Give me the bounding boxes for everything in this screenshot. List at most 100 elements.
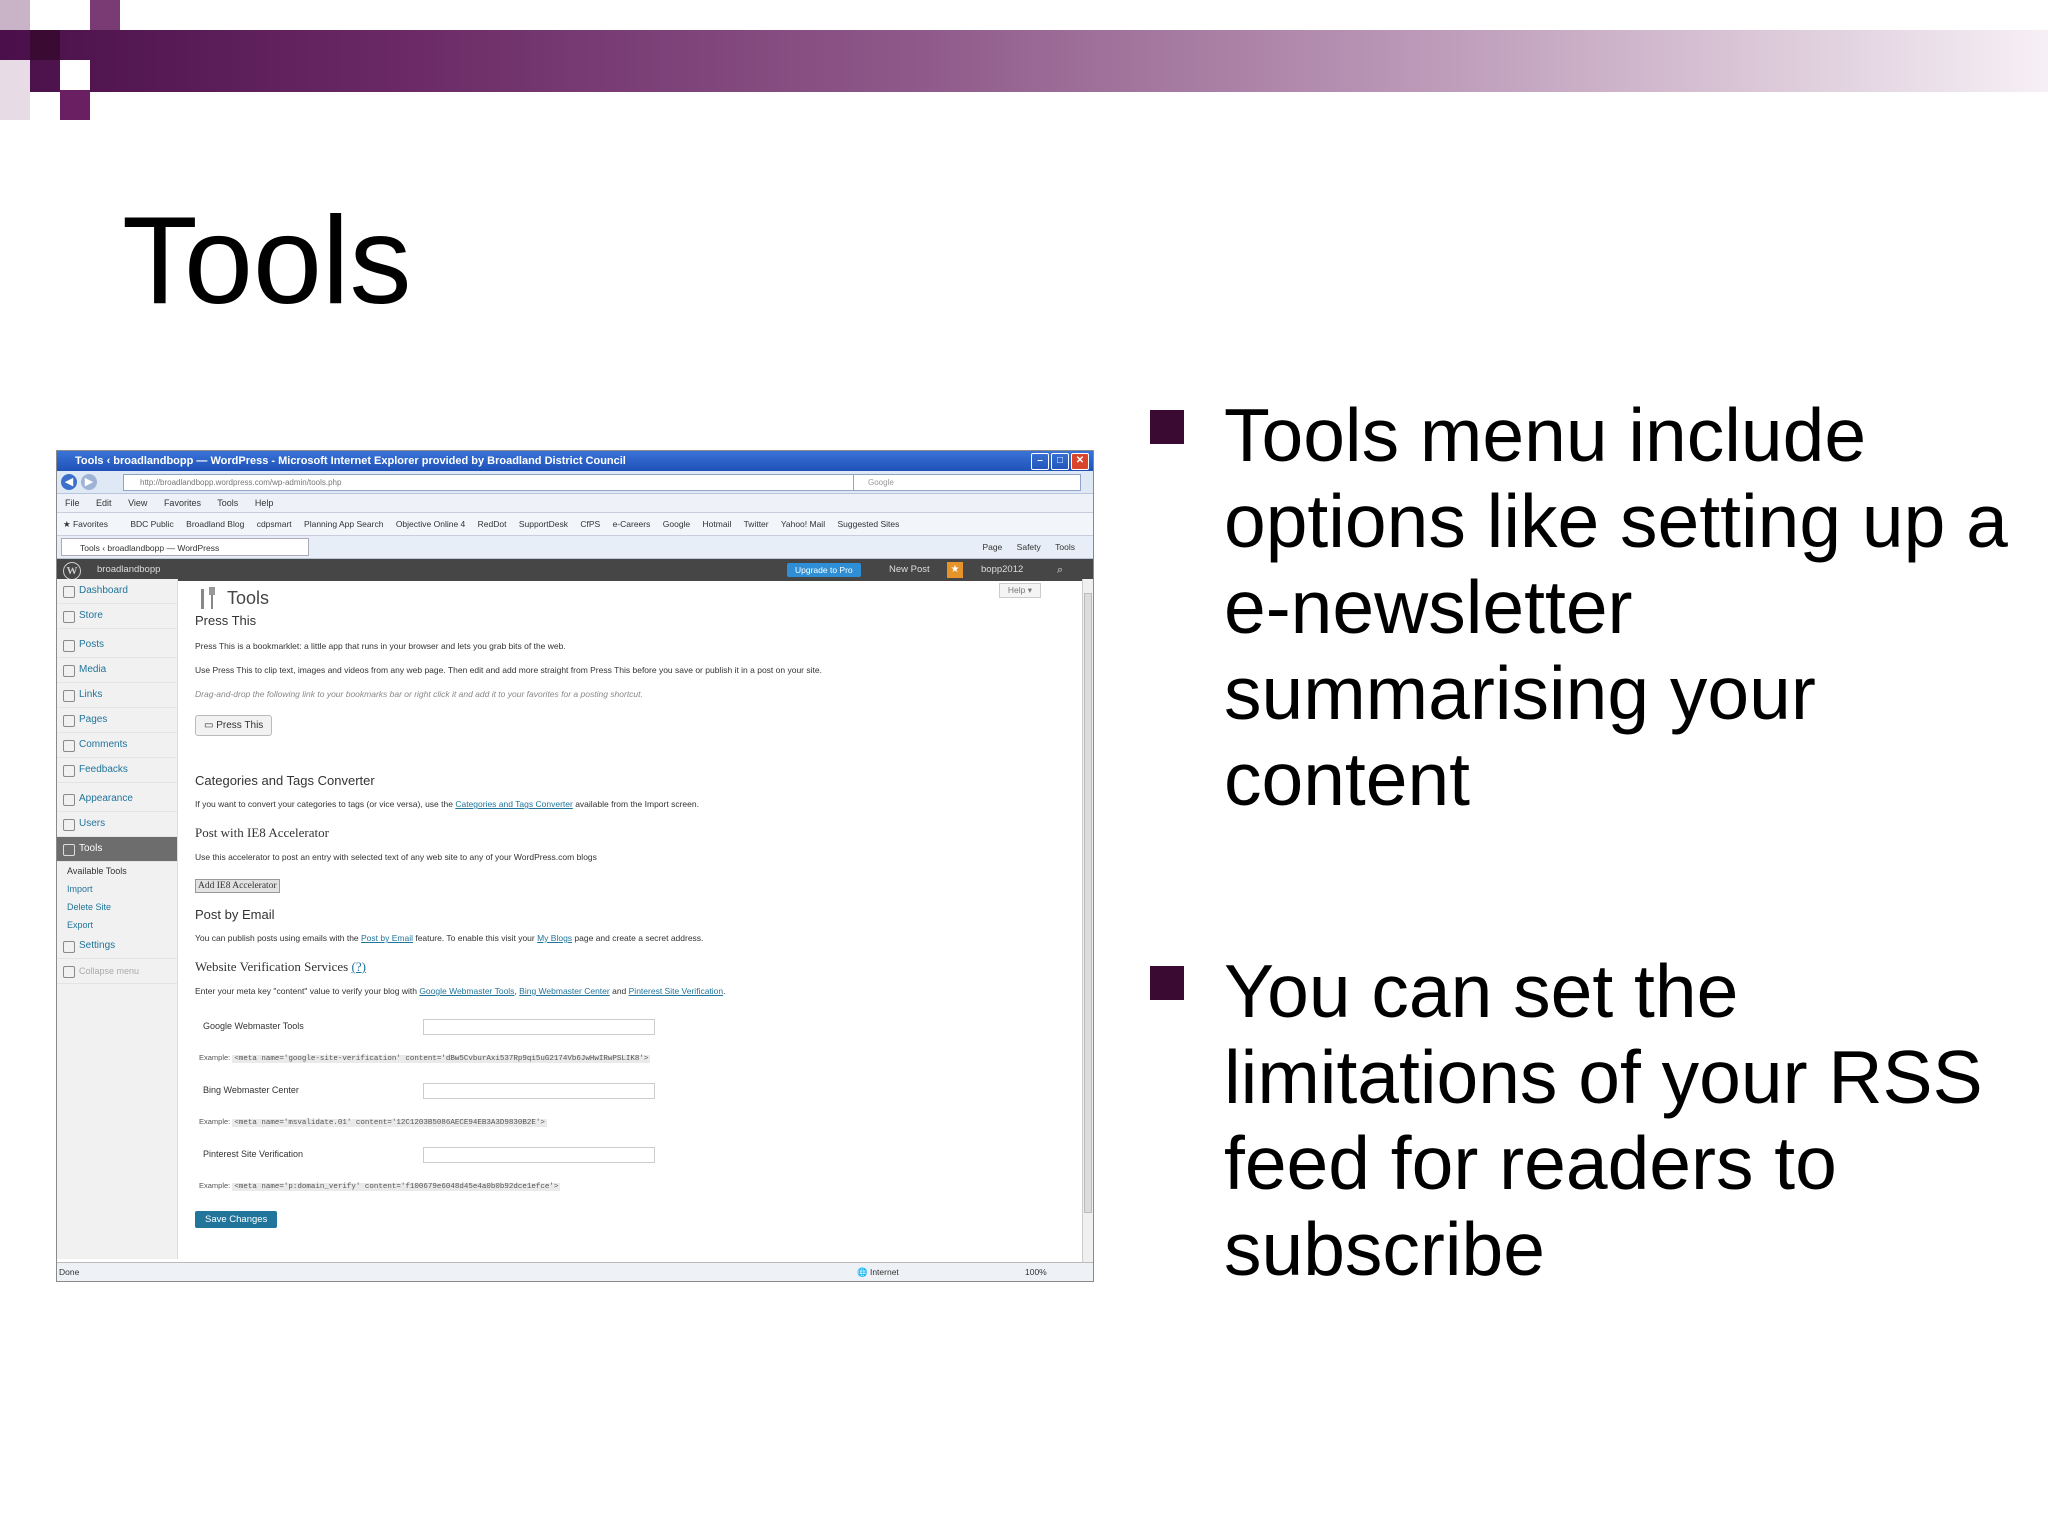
zoom-level[interactable]: 100% bbox=[1025, 1263, 1047, 1281]
add-ie8-accelerator-button[interactable]: Add IE8 Accelerator bbox=[195, 879, 280, 893]
google-verification-field[interactable] bbox=[423, 1019, 655, 1035]
favorites-button[interactable]: ★ Favorites bbox=[63, 519, 118, 529]
sidebar-item-users[interactable]: Users bbox=[57, 812, 177, 837]
sidebar-item-dashboard[interactable]: Dashboard bbox=[57, 579, 177, 604]
verification-help-link[interactable]: (?) bbox=[351, 959, 365, 974]
search-icon[interactable]: ⌕ bbox=[1057, 559, 1063, 581]
menu-favorites[interactable]: Favorites bbox=[164, 498, 201, 508]
menu-help[interactable]: Help bbox=[255, 498, 274, 508]
verification-text: Enter your meta key "content" value to v… bbox=[195, 986, 726, 996]
sidebar-item-media[interactable]: Media bbox=[57, 658, 177, 683]
ie8-heading: Post with IE8 Accelerator bbox=[195, 825, 329, 840]
posts-icon bbox=[63, 640, 75, 652]
converter-link[interactable]: Categories and Tags Converter bbox=[455, 799, 573, 809]
minimize-icon[interactable]: – bbox=[1031, 453, 1049, 470]
tools-menu[interactable]: Tools bbox=[1055, 542, 1075, 552]
decor-square bbox=[90, 0, 120, 30]
notifications-star-icon[interactable]: ★ bbox=[947, 562, 963, 578]
wordpress-logo-icon[interactable]: W bbox=[63, 562, 81, 580]
favorite-link[interactable]: SupportDesk bbox=[519, 519, 568, 529]
press-this-button[interactable]: ▭ Press This bbox=[195, 715, 273, 736]
forward-icon[interactable]: ▶ bbox=[81, 474, 97, 490]
favorite-link[interactable]: CfPS bbox=[580, 519, 600, 529]
bullet-marker bbox=[1150, 966, 1184, 1000]
favorite-link[interactable]: Yahoo! Mail bbox=[781, 519, 825, 529]
scrollbar-thumb[interactable] bbox=[1084, 593, 1092, 1213]
close-icon[interactable]: ✕ bbox=[1071, 453, 1089, 470]
browser-tab[interactable]: Tools ‹ broadlandbopp — WordPress bbox=[61, 538, 309, 556]
upgrade-button[interactable]: Upgrade to Pro bbox=[787, 563, 861, 577]
store-icon bbox=[63, 611, 75, 623]
main-content: Tools Help ▾ Press This Press This is a … bbox=[191, 583, 1071, 1263]
page-scrollbar[interactable] bbox=[1082, 579, 1093, 1275]
google-webmaster-link[interactable]: Google Webmaster Tools bbox=[419, 986, 514, 996]
status-bar: Done 🌐 Internet 100% bbox=[57, 1262, 1093, 1281]
bing-verification-field[interactable] bbox=[423, 1083, 655, 1099]
help-button[interactable]: Help ▾ bbox=[998, 583, 1041, 598]
collapse-menu-button[interactable]: Collapse menu bbox=[57, 959, 177, 984]
favorite-link[interactable]: Google bbox=[663, 519, 690, 529]
links-icon bbox=[63, 690, 75, 702]
favorite-link[interactable]: cdpsmart bbox=[257, 519, 292, 529]
sidebar-item-settings[interactable]: Settings bbox=[57, 934, 177, 959]
submenu-available-tools[interactable]: Available Tools bbox=[57, 862, 177, 880]
menu-file[interactable]: File bbox=[65, 498, 80, 508]
url-field[interactable]: http://broadlandbopp.wordpress.com/wp-ad… bbox=[123, 474, 871, 491]
decor-square bbox=[0, 60, 30, 120]
search-input[interactable]: Google bbox=[853, 474, 1081, 491]
converter-heading: Categories and Tags Converter bbox=[195, 773, 375, 788]
media-icon bbox=[63, 665, 75, 677]
submenu-import[interactable]: Import bbox=[57, 880, 177, 898]
sidebar-item-tools[interactable]: Tools bbox=[57, 837, 177, 862]
favorite-link[interactable]: Broadland Blog bbox=[186, 519, 244, 529]
sidebar-item-pages[interactable]: Pages bbox=[57, 708, 177, 733]
security-zone: 🌐 Internet bbox=[857, 1267, 899, 1277]
bing-webmaster-link[interactable]: Bing Webmaster Center bbox=[519, 986, 610, 996]
converter-text: If you want to convert your categories t… bbox=[195, 799, 699, 809]
tab-bar: Tools ‹ broadlandbopp — WordPress Page S… bbox=[57, 536, 1093, 559]
favorite-link[interactable]: Twitter bbox=[744, 519, 769, 529]
sidebar-item-links[interactable]: Links bbox=[57, 683, 177, 708]
sidebar-item-comments[interactable]: Comments bbox=[57, 733, 177, 758]
menu-tools[interactable]: Tools bbox=[217, 498, 238, 508]
window-title: Tools ‹ broadlandbopp — WordPress - Micr… bbox=[75, 455, 626, 467]
favorite-link[interactable]: e-Careers bbox=[613, 519, 651, 529]
new-post-link[interactable]: New Post bbox=[889, 559, 930, 581]
save-changes-button[interactable]: Save Changes bbox=[195, 1211, 278, 1228]
pinterest-verification-link[interactable]: Pinterest Site Verification bbox=[629, 986, 724, 996]
sidebar-item-appearance[interactable]: Appearance bbox=[57, 787, 177, 812]
submenu-delete-site[interactable]: Delete Site bbox=[57, 898, 177, 916]
back-icon[interactable]: ◀ bbox=[61, 474, 77, 490]
favorite-link[interactable]: Hotmail bbox=[703, 519, 732, 529]
sidebar-item-posts[interactable]: Posts bbox=[57, 633, 177, 658]
press-this-usage: Use Press This to clip text, images and … bbox=[195, 665, 822, 675]
page-menu[interactable]: Page bbox=[982, 542, 1002, 552]
menu-view[interactable]: View bbox=[128, 498, 147, 508]
site-name[interactable]: broadlandbopp bbox=[97, 559, 160, 581]
address-bar: ◀ ▶ http://broadlandbopp.wordpress.com/w… bbox=[57, 471, 1093, 494]
my-blogs-link[interactable]: My Blogs bbox=[537, 933, 572, 943]
sidebar-item-store[interactable]: Store bbox=[57, 604, 177, 629]
sidebar-item-feedbacks[interactable]: Feedbacks bbox=[57, 758, 177, 783]
menu-bar: File Edit View Favorites Tools Help bbox=[57, 494, 1093, 513]
favorite-link[interactable]: Objective Online 4 bbox=[396, 519, 465, 529]
command-bar: Page Safety Tools bbox=[970, 536, 1075, 558]
slide-title: Tools bbox=[122, 192, 412, 330]
pinterest-verification-field[interactable] bbox=[423, 1147, 655, 1163]
browser-title-bar: Tools ‹ broadlandbopp — WordPress - Micr… bbox=[57, 451, 1093, 471]
user-menu[interactable]: bopp2012 bbox=[981, 559, 1023, 581]
menu-edit[interactable]: Edit bbox=[96, 498, 112, 508]
favorite-link[interactable]: BDC Public bbox=[130, 519, 173, 529]
favorite-link[interactable]: Planning App Search bbox=[304, 519, 383, 529]
favorite-link[interactable]: RedDot bbox=[478, 519, 507, 529]
maximize-icon[interactable]: □ bbox=[1051, 453, 1069, 470]
favorite-link[interactable]: Suggested Sites bbox=[837, 519, 899, 529]
decor-square bbox=[60, 90, 90, 120]
comments-icon bbox=[63, 740, 75, 752]
post-by-email-link[interactable]: Post by Email bbox=[361, 933, 413, 943]
press-this-desc: Press This is a bookmarklet: a little ap… bbox=[195, 641, 566, 651]
page-title: Tools bbox=[227, 588, 270, 608]
wp-admin-bar: W broadlandbopp Upgrade to Pro New Post … bbox=[57, 559, 1093, 581]
safety-menu[interactable]: Safety bbox=[1017, 542, 1041, 552]
submenu-export[interactable]: Export bbox=[57, 916, 177, 934]
